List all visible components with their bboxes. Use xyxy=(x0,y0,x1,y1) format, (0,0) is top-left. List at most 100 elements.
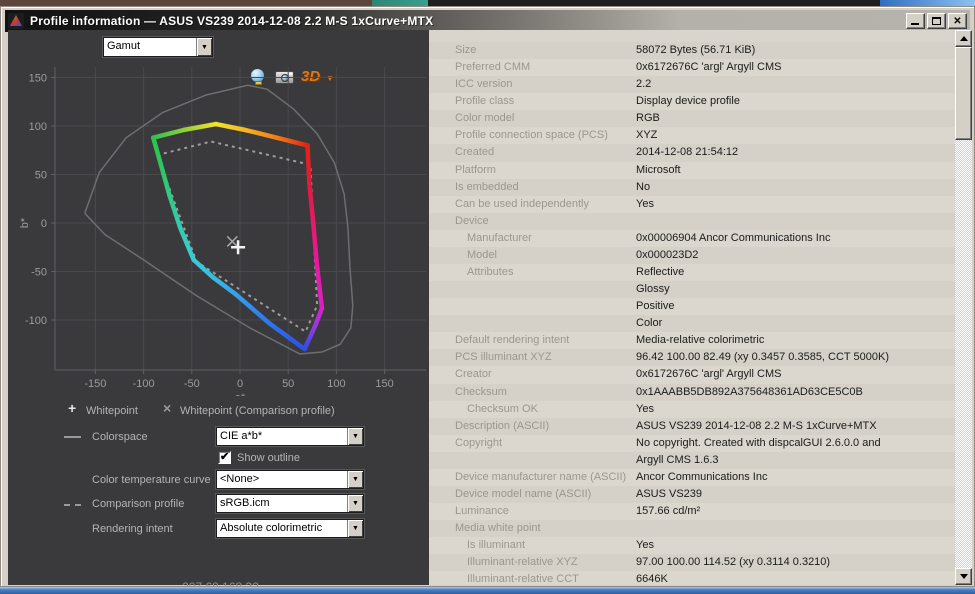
info-row-value: No xyxy=(636,181,650,193)
info-row-label: Profile class xyxy=(455,95,514,107)
info-row-label: Created xyxy=(455,146,494,158)
chevron-down-icon[interactable]: ▼ xyxy=(347,428,363,445)
app-icon xyxy=(8,13,24,29)
scrollbar-thumb[interactable] xyxy=(955,47,972,140)
comparison-profile-select[interactable]: sRGB.icm ▼ xyxy=(216,494,364,513)
info-row-value: 0x00006904 Ancor Communications Inc xyxy=(636,232,830,244)
info-row-value: ASUS VS239 2014-12-08 2.2 M-S 1xCurve+MT… xyxy=(636,420,877,432)
info-row-value: Reflective xyxy=(636,266,684,278)
info-row: Manufacturer0x00006904 Ancor Communicati… xyxy=(429,230,955,247)
scroll-up-button[interactable] xyxy=(955,30,972,47)
info-row-value: XYZ xyxy=(636,129,657,141)
info-row: CopyrightNo copyright. Created with disp… xyxy=(429,435,955,452)
info-row-label: Is embedded xyxy=(455,181,519,193)
info-row: Creator0x6172676C 'argl' Argyll CMS xyxy=(429,366,955,383)
legend-whitepoint-label: Whitepoint xyxy=(86,405,138,417)
view-type-select[interactable]: Gamut ▼ xyxy=(103,37,213,57)
info-row: Attributes Reflective xyxy=(429,264,955,281)
svg-text:a*: a* xyxy=(235,392,246,396)
svg-text:0: 0 xyxy=(41,218,47,230)
info-row: Profile class Display device profile xyxy=(429,93,955,110)
info-row-label: Checksum xyxy=(455,386,507,398)
maximize-button[interactable] xyxy=(927,13,946,29)
info-row: Model 0x000023D2 xyxy=(429,247,955,264)
info-row-label: Media white point xyxy=(455,522,541,534)
color-temperature-curve-value: <None> xyxy=(217,471,347,488)
colorspace-value: CIE a*b* xyxy=(217,428,347,445)
info-row-label: Platform xyxy=(455,164,496,176)
info-row: Profile connection space (PCS) XYZ xyxy=(429,127,955,144)
chevron-down-icon[interactable]: ▼ xyxy=(347,471,363,488)
taskbar-strip xyxy=(0,587,975,594)
info-row-label: Color model xyxy=(455,112,514,124)
info-row-value: Display device profile xyxy=(636,95,740,107)
scroll-down-button[interactable] xyxy=(955,568,972,585)
info-row-value: Color xyxy=(636,317,662,329)
info-row-value: Microsoft xyxy=(636,164,681,176)
info-row-value: ASUS VS239 xyxy=(636,488,702,500)
info-row: Can be used independentlyYes xyxy=(429,196,955,213)
rendering-intent-select[interactable]: Absolute colorimetric ▼ xyxy=(216,519,364,538)
info-row-label: Device manufacturer name (ASCII) xyxy=(455,471,626,483)
comparison-profile-value: sRGB.icm xyxy=(217,495,347,512)
info-row-label: Illuminant-relative CCT xyxy=(467,573,579,585)
info-row-value: Glossy xyxy=(636,283,670,295)
comparison-profile-dashed-line-icon xyxy=(64,504,81,506)
info-row: Color xyxy=(429,315,955,332)
info-row-value: Positive xyxy=(636,300,675,312)
svg-text:-150: -150 xyxy=(84,378,106,390)
rendering-intent-value: Absolute colorimetric xyxy=(217,520,347,537)
info-row: Glossy xyxy=(429,281,955,298)
gamut-plot[interactable]: -150-100-50050100150150100500-50-100a*b* xyxy=(20,62,430,396)
info-row-label: Description (ASCII) xyxy=(455,420,549,432)
info-row: Checksum OKYes xyxy=(429,401,955,418)
chevron-down-icon[interactable]: ▼ xyxy=(347,495,363,512)
colorspace-select[interactable]: CIE a*b* ▼ xyxy=(216,427,364,446)
title-bar[interactable]: Profile information — ASUS VS239 2014-12… xyxy=(5,10,970,32)
info-row: Platform Microsoft xyxy=(429,162,955,179)
info-row: Luminance157.66 cd/m² xyxy=(429,503,955,520)
info-row: Device model name (ASCII)ASUS VS239 xyxy=(429,486,955,503)
info-row-label: Illuminant-relative XYZ xyxy=(467,556,578,568)
color-temperature-curve-select[interactable]: <None> ▼ xyxy=(216,470,364,489)
info-row: Description (ASCII) ASUS VS239 2014-12-08… xyxy=(429,418,955,435)
minimize-button[interactable] xyxy=(906,13,925,29)
info-row: Media white point xyxy=(429,520,955,537)
info-row-value: Yes xyxy=(636,198,654,210)
info-row-label: Device xyxy=(455,215,489,227)
vertical-scrollbar[interactable] xyxy=(955,30,972,585)
chevron-down-icon[interactable]: ▼ xyxy=(347,520,363,537)
maximize-icon xyxy=(932,17,941,25)
info-row-value: 6646K xyxy=(636,573,668,585)
svg-text:-100: -100 xyxy=(25,315,47,327)
svg-text:50: 50 xyxy=(282,378,294,390)
info-row-value: Ancor Communications Inc xyxy=(636,471,767,483)
info-row-label: Creator xyxy=(455,368,492,380)
info-row-value: 0x6172676C 'argl' Argyll CMS xyxy=(636,61,781,73)
info-row: Illuminant-relative CCT 6646K xyxy=(429,571,955,585)
svg-text:0: 0 xyxy=(237,378,243,390)
info-row-value: 0x000023D2 xyxy=(636,249,698,261)
chevron-down-icon[interactable]: ▼ xyxy=(196,38,212,56)
info-row: Default rendering intentMedia-relative c… xyxy=(429,332,955,349)
info-row-value: RGB xyxy=(636,112,660,124)
info-row: Color model RGB xyxy=(429,110,955,127)
info-row-label: Is illuminant xyxy=(467,539,525,551)
info-row-label: Luminance xyxy=(455,505,509,517)
info-row-value: 58072 Bytes (56.71 KiB) xyxy=(636,44,755,56)
info-row-value: Yes xyxy=(636,403,654,415)
info-row-label: Attributes xyxy=(467,266,513,278)
show-outline-checkbox[interactable]: ✔ xyxy=(218,451,231,464)
close-icon: ✕ xyxy=(953,16,961,27)
check-icon: ✔ xyxy=(220,450,229,463)
info-row-label: Profile connection space (PCS) xyxy=(455,129,608,141)
comparison-profile-label: Comparison profile xyxy=(92,498,184,510)
close-button[interactable]: ✕ xyxy=(948,13,967,29)
info-row-value: Yes xyxy=(636,539,654,551)
info-row-value: No copyright. Created with dispcalGUI 2.… xyxy=(636,437,881,449)
rendering-intent-label: Rendering intent xyxy=(92,523,173,535)
info-row-label: Model xyxy=(467,249,497,261)
info-row: Positive xyxy=(429,298,955,315)
show-outline-label: Show outline xyxy=(237,452,300,464)
arrow-down-icon xyxy=(960,574,968,579)
